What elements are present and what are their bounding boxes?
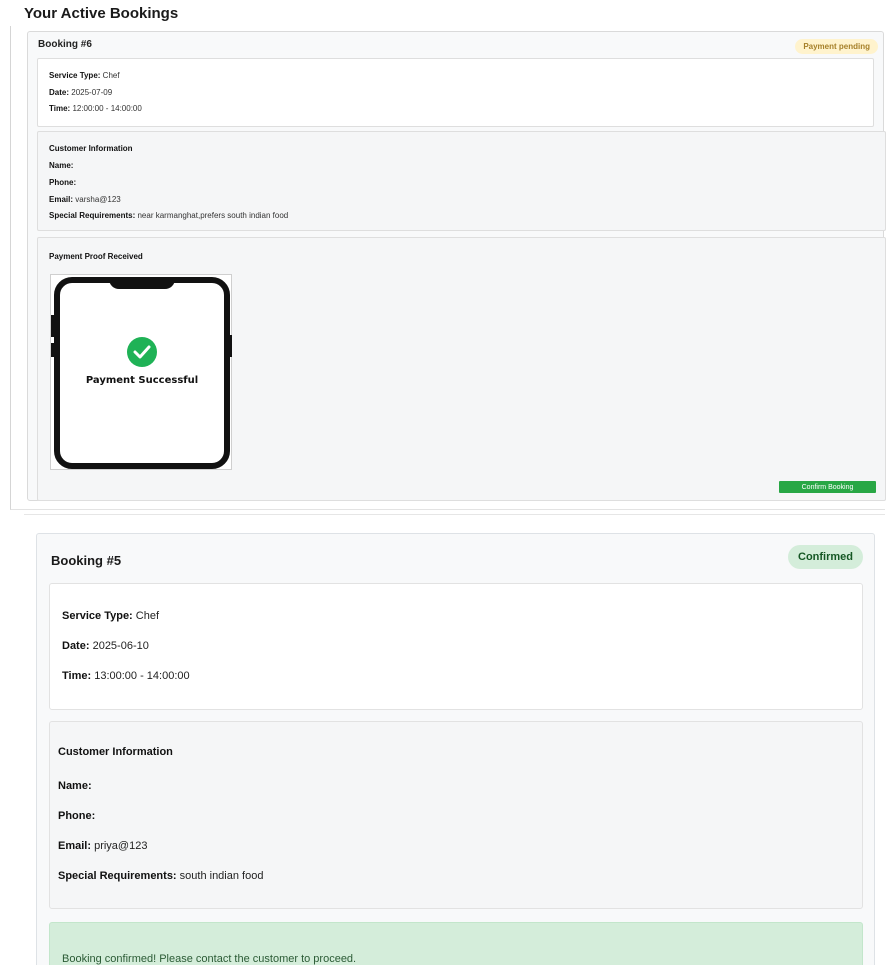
confirmation-alert: Booking confirmed! Please contact the cu… (49, 922, 863, 965)
service-details-panel: Service Type: Chef Date: 2025-07-09 Time… (37, 58, 874, 127)
time-value: 13:00:00 - 14:00:00 (94, 670, 190, 682)
payment-successful-text: Payment Successful (85, 375, 199, 386)
status-badge: Confirmed (788, 545, 863, 569)
service-type-value: Chef (102, 71, 120, 80)
date-row: Date: 2025-06-10 (62, 640, 149, 652)
requirements-row: Special Requirements: near karmanghat,pr… (49, 211, 288, 220)
payment-proof-image[interactable]: Payment Successful (50, 274, 232, 470)
requirements-value: near karmanghat,prefers south indian foo… (137, 211, 289, 220)
phone-label: Phone: (58, 810, 96, 822)
service-type-label: Service Type: (62, 610, 133, 622)
payment-proof-heading: Payment Proof Received (49, 252, 143, 261)
email-row: Email: varsha@123 (49, 195, 121, 204)
service-type-value: Chef (135, 610, 160, 622)
confirm-booking-button[interactable]: Confirm Booking (779, 481, 876, 493)
email-label: Email: (58, 840, 92, 852)
email-value: priya@123 (94, 840, 148, 852)
time-value: 12:00:00 - 14:00:00 (72, 104, 142, 113)
customer-info-heading: Customer Information (49, 144, 133, 153)
check-circle-icon (127, 337, 157, 367)
phone-side-button (51, 315, 54, 337)
requirements-label: Special Requirements: (49, 211, 136, 220)
phone-label: Phone: (49, 178, 77, 187)
service-type-row: Service Type: Chef (49, 71, 120, 80)
requirements-value: south indian food (179, 870, 264, 882)
booking-title: Booking #6 (38, 39, 92, 50)
booking-title: Booking #5 (51, 553, 122, 568)
email-row: Email: priya@123 (58, 840, 147, 852)
requirements-row: Special Requirements: south indian food (58, 870, 263, 882)
phone-row: Phone: (58, 810, 95, 822)
date-label: Date: (62, 640, 90, 652)
phone-side-button (51, 343, 54, 357)
name-label: Name: (58, 780, 92, 792)
requirements-label: Special Requirements: (58, 870, 177, 882)
time-row: Time: 13:00:00 - 14:00:00 (62, 670, 190, 682)
name-row: Name: (49, 161, 73, 170)
name-row: Name: (58, 780, 92, 792)
phone-notch (109, 277, 175, 289)
time-label: Time: (49, 104, 71, 113)
phone-row: Phone: (49, 178, 76, 187)
time-label: Time: (62, 670, 92, 682)
customer-info-heading: Customer Information (58, 746, 173, 758)
date-value: 2025-06-10 (92, 640, 149, 652)
service-details-panel: Service Type: Chef Date: 2025-06-10 Time… (49, 583, 863, 710)
name-label: Name: (49, 161, 74, 170)
payment-proof-panel: Payment Proof Received Payment Successfu… (37, 237, 886, 501)
status-badge: Payment pending (795, 39, 878, 54)
customer-info-panel: Customer Information Name: Phone: Email:… (37, 131, 886, 231)
service-type-row: Service Type: Chef (62, 610, 159, 622)
customer-info-panel: Customer Information Name: Phone: Email:… (49, 721, 863, 909)
email-label: Email: (49, 195, 74, 204)
divider (24, 514, 885, 515)
time-row: Time: 12:00:00 - 14:00:00 (49, 104, 142, 113)
page-title: Your Active Bookings (24, 5, 179, 22)
booking-card-5: Booking #5 Confirmed Service Type: Chef … (36, 533, 875, 965)
booking-card-6: Booking #6 Payment pending Service Type:… (27, 31, 886, 501)
email-value: varsha@123 (75, 195, 121, 204)
date-value: 2025-07-09 (71, 88, 113, 97)
date-label: Date: (49, 88, 70, 97)
confirmation-message: Booking confirmed! Please contact the cu… (62, 953, 357, 965)
date-row: Date: 2025-07-09 (49, 88, 112, 97)
phone-side-button (229, 335, 232, 357)
service-type-label: Service Type: (49, 71, 101, 80)
phone-frame: Payment Successful (54, 277, 230, 469)
